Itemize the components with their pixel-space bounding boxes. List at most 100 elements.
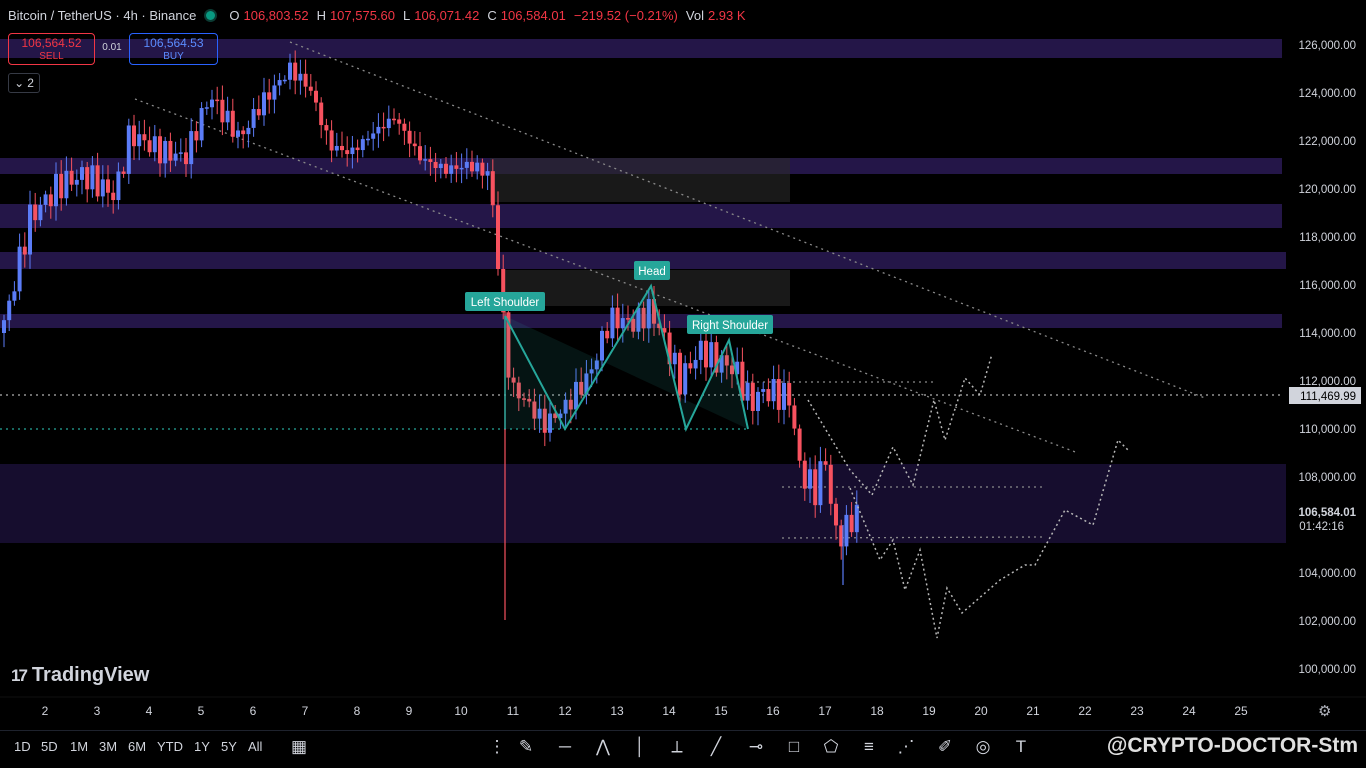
x-tick-label: 17 [818,704,832,718]
pattern-icon[interactable]: ⋀ [590,737,616,757]
symbol-title[interactable]: Bitcoin / TetherUS · 4h · Binance [8,8,196,23]
candle-bull [199,108,204,141]
x-tick-label: 25 [1234,704,1248,718]
candle-bear [95,165,100,197]
candle-bear [834,503,838,526]
candle-bear [33,204,38,221]
circle-icon[interactable]: ◎ [970,737,996,757]
candle-bull [38,204,43,221]
y-tick-label: 126,000.00 [1298,40,1356,52]
candle-bear [823,461,828,465]
candle-bull [152,136,157,153]
trend-line-icon[interactable]: ╱ [703,737,729,757]
candle-bear [490,171,495,206]
candle-bull [438,163,443,169]
x-tick-label: 21 [1026,704,1040,718]
buy-label: BUY [163,51,184,62]
calendar-icon[interactable]: ▦ [286,737,312,757]
candle-bull [74,179,79,185]
settings-gear-icon[interactable]: ⚙ [1318,702,1331,720]
indicator-count: 2 [27,76,34,90]
candle-bull [246,127,251,135]
candle-bear [496,205,500,269]
timeframe-ytd[interactable]: YTD [157,739,183,754]
candle-bear [308,86,313,91]
y-tick-label: 104,000.00 [1298,568,1356,580]
candle-bull [64,170,69,199]
x-tick-label: 9 [406,704,413,718]
supply-zone [0,204,1282,228]
timeframe-1d[interactable]: 1D [14,739,31,754]
x-tick-label: 18 [870,704,884,718]
text-icon[interactable]: T [1008,737,1034,757]
timeframe-1m[interactable]: 1M [70,739,88,754]
brush-icon[interactable]: ✎ [513,737,539,757]
buy-button[interactable]: 106,564.53 BUY [129,33,218,65]
vertical-line-icon[interactable]: │ [627,737,653,757]
rectangle-icon[interactable]: □ [781,737,807,757]
horizontal-line-icon[interactable]: ─ [552,737,578,757]
candle-bull [116,171,121,201]
cross-line-icon[interactable]: ⟂ [664,737,690,757]
candle-bear [256,109,261,116]
countdown-label: 01:42:16 [1299,521,1344,533]
timeframe-3m[interactable]: 3M [99,739,117,754]
path-icon[interactable]: ⋰ [893,737,919,757]
candle-bull [277,80,282,86]
candle-bull [204,107,209,109]
close-value: 106,584.01 [500,8,566,23]
price-chart[interactable]: Left Shoulder Head Right Shoulder 126,000.0… [0,0,1366,730]
polygon-icon[interactable]: ⬠ [818,737,844,757]
fib-icon[interactable]: ≡ [856,737,882,757]
open-label: O [229,8,240,23]
timeframe-1y[interactable]: 1Y [194,739,210,754]
candle-bull [620,318,625,329]
candle-bull [459,167,464,170]
imbalance-box [490,158,790,202]
candle-bear [392,118,396,121]
candle-bull [449,165,454,174]
candle-bull [485,171,490,176]
candle-bull [745,382,750,401]
candle-bear [340,145,344,151]
candle-bear [849,514,854,533]
candle-bear [22,246,27,255]
timeframe-6m[interactable]: 6M [128,739,146,754]
timeframe-all[interactable]: All [248,739,262,754]
pattern-label: Left Shoulder [471,297,540,309]
candle-bull [698,340,703,360]
candle-bear [428,159,433,162]
candle-bull [272,85,277,100]
high-value: 107,575.60 [329,8,396,23]
x-tick-label: 12 [558,704,572,718]
candle-bear [319,102,324,126]
candle-bear [215,99,220,102]
sell-button[interactable]: 106,564.52 SELL [8,33,95,65]
candle-bear [802,460,807,489]
candle-bear [194,131,199,141]
sell-label: SELL [39,51,64,62]
candle-bear [69,170,74,185]
candle-bull [80,167,84,180]
candle-bull [2,320,6,333]
candle-bull [126,125,131,174]
timeframe-5d[interactable]: 5D [41,739,58,754]
candle-bull [100,179,105,197]
indicators-toggle[interactable]: ⌄ 2 [8,73,40,93]
candle-bull [282,79,287,82]
pen-icon[interactable]: ✐ [932,737,958,757]
watermark: @CRYPTO-DOCTOR-Stm [1106,734,1358,757]
y-tick-label: 108,000.00 [1298,472,1356,484]
open-value: 106,803.52 [243,8,309,23]
candle-bull [173,153,178,161]
grip-icon[interactable]: ⋮ [484,737,510,757]
ray-icon[interactable]: ⊸ [743,737,769,757]
candle-bear [85,167,90,190]
candle-bear [345,150,350,155]
candle-bull [251,109,256,128]
x-tick-label: 13 [610,704,624,718]
y-tick-label: 118,000.00 [1299,232,1356,244]
timeframe-5y[interactable]: 5Y [221,739,237,754]
candle-bear [147,140,152,153]
x-tick-label: 22 [1078,704,1092,718]
